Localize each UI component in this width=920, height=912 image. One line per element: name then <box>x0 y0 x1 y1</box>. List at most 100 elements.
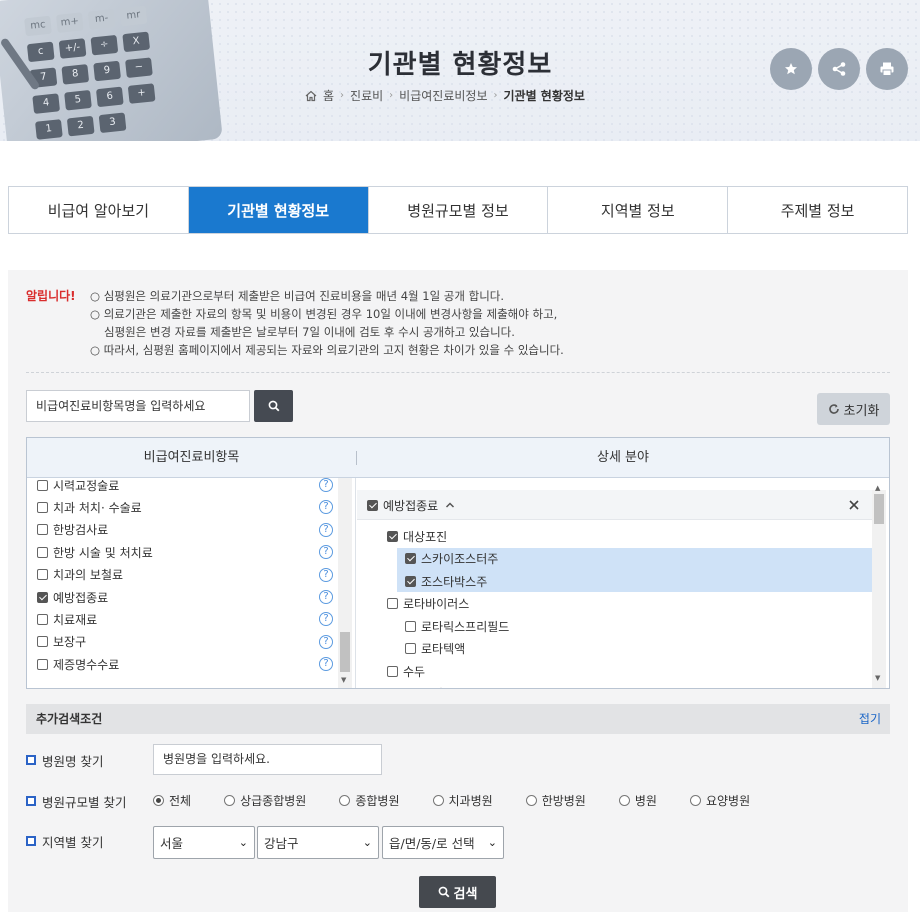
home-icon[interactable] <box>305 90 317 102</box>
tree-item[interactable]: 로타릭스프리필드 <box>405 615 509 637</box>
tree-item[interactable]: 스카이조스터주 <box>397 547 872 570</box>
reset-button[interactable]: 초기화 <box>817 393 890 425</box>
breadcrumb-home[interactable]: 홈 <box>323 87 334 104</box>
size-radio[interactable]: 병원 <box>618 792 657 809</box>
size-radio[interactable]: 치과병원 <box>432 792 493 809</box>
item-list-row[interactable]: 시력교정술료? <box>37 478 333 494</box>
help-icon[interactable]: ? <box>319 657 333 672</box>
radio-button[interactable] <box>618 795 630 806</box>
radio-button[interactable] <box>339 795 351 806</box>
scroll-down-icon[interactable]: ▼ <box>875 674 880 682</box>
help-icon[interactable]: ? <box>319 567 333 582</box>
item-label: 제증명수수료 <box>53 657 120 672</box>
item-checkbox[interactable] <box>37 613 48 625</box>
help-icon[interactable]: ? <box>319 634 333 649</box>
size-radio[interactable]: 종합병원 <box>339 792 400 809</box>
radio-label: 종합병원 <box>355 794 400 808</box>
tree-item-checkbox[interactable] <box>405 575 416 587</box>
left-scrollbar[interactable]: ▼ <box>338 478 352 688</box>
extra-conditions-bar: 추가검색조건 접기 <box>26 704 890 734</box>
item-label: 보장구 <box>53 635 87 650</box>
item-list-row[interactable]: 보장구? <box>37 633 333 651</box>
tree-item-checkbox[interactable] <box>405 553 416 564</box>
item-list-row[interactable]: 치과 처치· 수술료? <box>37 498 333 516</box>
hospital-name-input[interactable]: 병원명을 입력하세요. <box>153 744 382 775</box>
scroll-down-icon[interactable]: ▼ <box>341 676 346 684</box>
item-search-input[interactable]: 비급여진료비항목명을 입력하세요 <box>26 390 250 422</box>
size-radio[interactable]: 요양병원 <box>689 792 750 809</box>
region-row-label: 지역별 찾기 <box>26 833 103 850</box>
tree-item[interactable]: 대상포진 <box>387 525 447 547</box>
radio-button[interactable] <box>689 795 701 806</box>
help-icon[interactable]: ? <box>319 545 333 560</box>
right-scroll-thumb[interactable] <box>874 494 884 524</box>
tree-root[interactable]: 예방접종료 <box>367 495 456 515</box>
tab-region[interactable]: 지역별 정보 <box>548 187 729 233</box>
favorite-button[interactable] <box>770 48 812 90</box>
tree-item[interactable]: 수두 <box>387 660 425 682</box>
city-select[interactable]: 서울 ⌄ <box>153 826 255 859</box>
item-checkbox[interactable] <box>37 479 48 491</box>
item-search-button[interactable] <box>254 390 293 422</box>
breadcrumb-item[interactable]: 비급여진료비정보 <box>399 87 487 104</box>
help-icon[interactable]: ? <box>319 522 333 537</box>
notice-lines: ○ 심평원은 의료기관으로부터 제출받은 비급여 진료비용을 매년 4월 1일 … <box>90 287 564 359</box>
item-list-row[interactable]: 한방검사료? <box>37 521 333 539</box>
help-icon[interactable]: ? <box>319 500 333 515</box>
tree-root-row[interactable]: 예방접종료 <box>357 490 872 520</box>
tab-topic[interactable]: 주제별 정보 <box>728 187 907 233</box>
item-list-row[interactable]: 제증명수수료? <box>37 655 333 673</box>
tree-item[interactable]: 조스타박스주 <box>397 570 872 592</box>
item-checkbox[interactable] <box>37 636 48 648</box>
item-label: 한방검사료 <box>53 523 109 538</box>
item-list-row[interactable]: 치료재료? <box>37 610 333 628</box>
district-select[interactable]: 강남구 ⌄ <box>257 826 379 859</box>
item-checkbox[interactable] <box>37 546 48 558</box>
town-select[interactable]: 읍/면/동/로 선택 ⌄ <box>382 826 504 859</box>
radio-button[interactable] <box>525 795 537 806</box>
radio-button[interactable] <box>224 795 236 806</box>
help-icon[interactable]: ? <box>319 612 333 627</box>
item-list-row[interactable]: 치과의 보철료? <box>37 566 333 584</box>
item-list-row[interactable]: 한방 시술 및 처치료? <box>37 543 333 561</box>
item-checkbox[interactable] <box>37 658 48 670</box>
left-scroll-thumb[interactable] <box>340 632 350 672</box>
collapse-link[interactable]: 접기 <box>859 704 881 734</box>
breadcrumb-separator-icon: › <box>493 90 498 101</box>
tab-institution-status[interactable]: 기관별 현황정보 <box>188 187 369 233</box>
right-scrollbar[interactable]: ▲ ▼ <box>872 484 886 688</box>
item-list-row[interactable]: 예방접종료? <box>37 588 333 606</box>
tree-item[interactable]: 로타바이러스 <box>387 593 469 615</box>
radio-button[interactable] <box>153 795 164 806</box>
tree-item-checkbox[interactable] <box>387 665 398 677</box>
size-radio[interactable]: 전체 <box>153 792 191 809</box>
breadcrumb-item[interactable]: 진료비 <box>350 87 383 104</box>
print-button[interactable] <box>866 48 908 90</box>
tree-item-checkbox[interactable] <box>405 643 416 654</box>
item-checkbox[interactable] <box>37 501 48 513</box>
tree-item-checkbox[interactable] <box>387 530 398 542</box>
bullet-square-icon <box>26 755 36 765</box>
chevron-down-icon: ⌄ <box>362 836 372 849</box>
tree-item[interactable]: 로타텍액 <box>405 638 465 660</box>
help-icon[interactable]: ? <box>319 590 333 604</box>
scroll-up-icon[interactable]: ▲ <box>875 484 880 492</box>
tab-hospital-size[interactable]: 병원규모별 정보 <box>368 187 549 233</box>
tree-item[interactable]: 바리 엘백신 <box>405 683 480 688</box>
item-checkbox[interactable] <box>37 569 48 581</box>
radio-button[interactable] <box>432 795 444 806</box>
tree-item-checkbox[interactable] <box>387 598 398 609</box>
chevron-up-icon[interactable] <box>444 499 456 511</box>
share-button[interactable] <box>818 48 860 90</box>
item-checkbox[interactable] <box>37 591 48 603</box>
size-radio[interactable]: 상급종합병원 <box>224 792 306 809</box>
tree-root-checkbox[interactable] <box>367 499 378 511</box>
size-radio[interactable]: 한방병원 <box>525 792 586 809</box>
item-checkbox[interactable] <box>37 524 48 536</box>
close-icon[interactable] <box>848 499 860 511</box>
search-submit-button[interactable]: 검색 <box>419 876 496 908</box>
chevron-down-icon: ⌄ <box>487 836 497 849</box>
tab-nonpay-intro[interactable]: 비급여 알아보기 <box>9 187 189 233</box>
tree-item-checkbox[interactable] <box>405 620 416 632</box>
help-icon[interactable]: ? <box>319 478 333 492</box>
